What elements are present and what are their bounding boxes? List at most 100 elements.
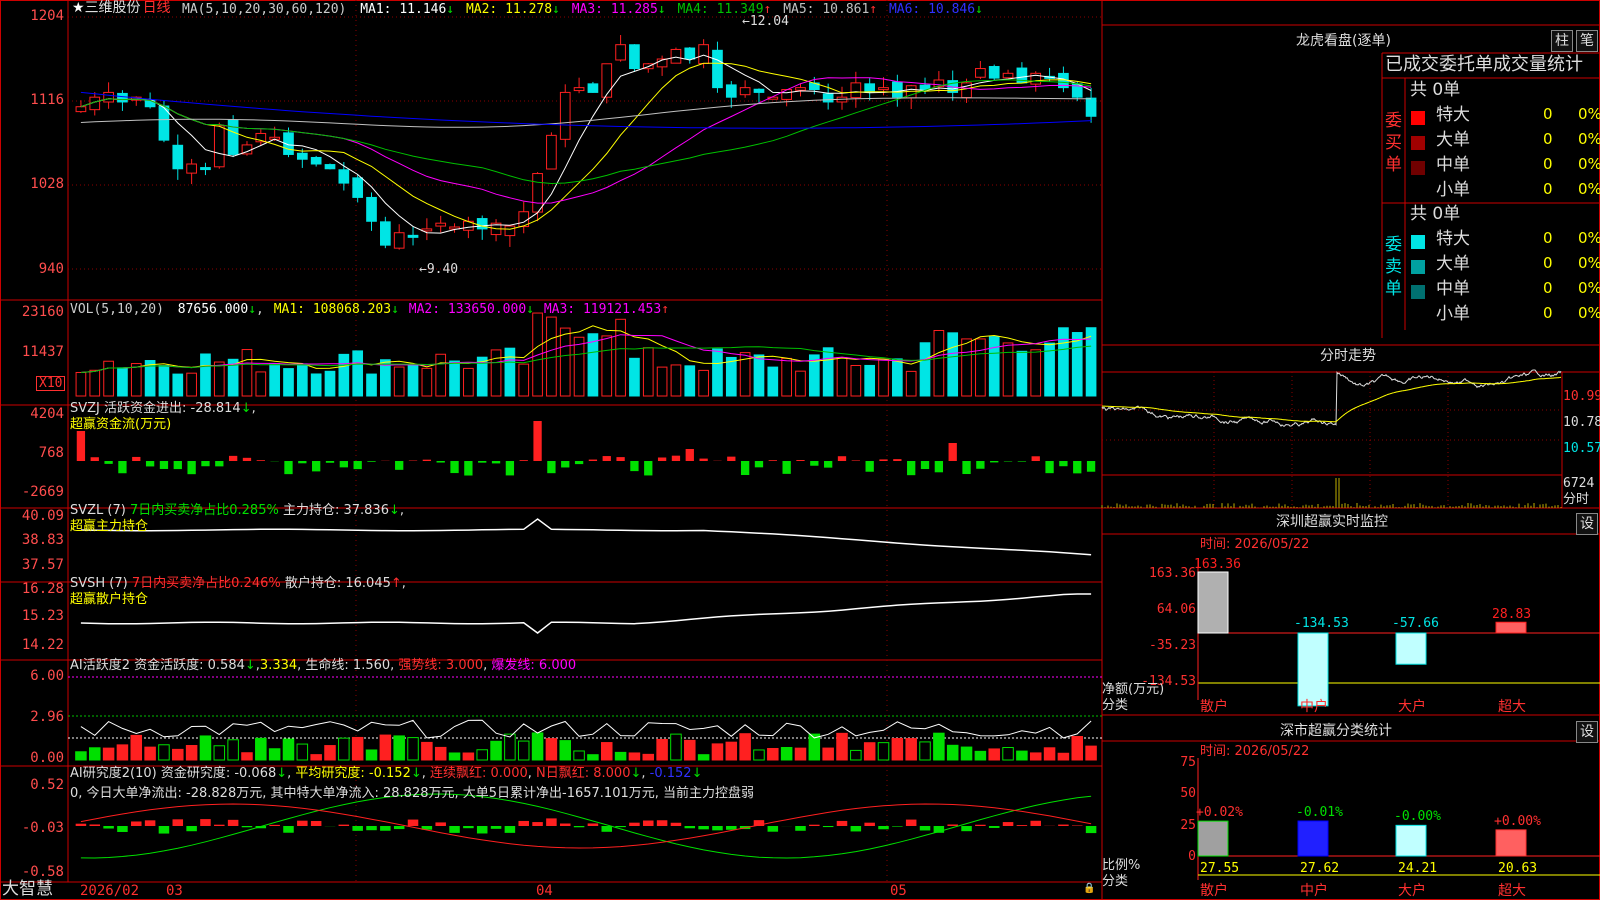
- brand-label: 大智慧: [2, 879, 53, 899]
- volume-bar: [393, 366, 405, 397]
- sz2-bar: [1197, 820, 1229, 857]
- ma-legend: MA(5,10,20,30,60,120) MA1: 11.146↓ MA2: …: [182, 3, 983, 16]
- row-color-swatch: [1411, 285, 1425, 299]
- flow-bar: [505, 461, 515, 476]
- research-bar: [850, 826, 862, 832]
- activity-bar: [753, 749, 765, 761]
- volume-bar: [352, 350, 364, 397]
- candle-body: [1085, 97, 1097, 117]
- flow-bar: [242, 457, 252, 461]
- activity-bar: [268, 748, 281, 761]
- flow-bar: [879, 459, 888, 461]
- activity-bar: [504, 733, 516, 761]
- volume-bar: [864, 364, 876, 397]
- flow-bar: [284, 461, 293, 475]
- sz1-settings-button[interactable]: 设: [1576, 513, 1598, 535]
- volume-bar: [366, 373, 377, 397]
- activity-bar: [531, 732, 544, 761]
- fenshi-vol-value: 6724: [1563, 476, 1595, 491]
- flow-bar: [298, 461, 307, 464]
- row-vol: 0: [1543, 180, 1553, 198]
- ai1-axis-2: 0.00: [30, 750, 64, 766]
- sz2-axis-2: 25: [1180, 818, 1196, 833]
- flow-bar: [837, 456, 847, 461]
- sz2-ylabel: 比例%: [1102, 858, 1141, 873]
- flow-bar: [491, 461, 501, 464]
- volume-bar: [1016, 350, 1028, 397]
- research-bar: [656, 820, 668, 826]
- research-bar: [712, 826, 723, 831]
- fenshi-axis-2: 10.57: [1563, 441, 1600, 456]
- activity-bar: [587, 754, 599, 761]
- flow-bar: [893, 459, 902, 461]
- flow-bar: [1059, 461, 1068, 467]
- flow-bar: [630, 461, 639, 472]
- fenshi-title: 分时走势: [1320, 348, 1376, 364]
- sz1-category: 散户: [1200, 699, 1228, 715]
- volume-bar: [822, 347, 834, 397]
- sz2-settings-button[interactable]: 设: [1576, 721, 1598, 743]
- volume-bar: [656, 366, 668, 397]
- activity-bar: [116, 744, 129, 761]
- activity-bar: [946, 744, 959, 761]
- volume-bar: [421, 367, 433, 397]
- flow-bar: [657, 457, 667, 461]
- candle-body: [380, 221, 391, 246]
- flow-bar: [574, 461, 584, 465]
- activity-bar: [282, 738, 295, 761]
- flow-bar: [450, 461, 459, 474]
- volume-bar: [919, 342, 931, 397]
- volume-bar: [892, 358, 903, 397]
- flow-bar: [533, 421, 542, 461]
- volume-bar: [670, 364, 682, 397]
- flow-bar: [948, 443, 957, 461]
- research-bar: [559, 823, 571, 826]
- sz2-value-label: 27.55: [1200, 861, 1240, 876]
- candle-body: [1002, 72, 1014, 79]
- volume-bar: [518, 363, 530, 397]
- candle-body: [822, 93, 834, 103]
- volume-bar: [1030, 349, 1042, 397]
- svzl-subtitle: 超赢主力持仓: [70, 519, 149, 534]
- lock-icon[interactable]: 🔒: [1083, 884, 1095, 894]
- volume-bar: [850, 364, 862, 397]
- activity-bar: [780, 746, 793, 761]
- activity-bar: [822, 747, 834, 761]
- buy-side-label: 委买单: [1385, 111, 1402, 175]
- sz2-bar: [1395, 824, 1427, 857]
- activity-bar: [573, 750, 585, 761]
- ma6-value: MA6: 10.846↓: [888, 2, 983, 17]
- research-bar: [988, 826, 1000, 828]
- candle-body: [213, 125, 225, 168]
- sz1-bar: [1395, 632, 1427, 665]
- research-bar: [338, 824, 350, 826]
- flow-bar: [962, 461, 971, 475]
- flow-bar: [796, 460, 805, 461]
- research-bar: [629, 822, 640, 826]
- sz2-xlabel: 分类: [1102, 874, 1129, 889]
- activity-bar: [960, 746, 973, 761]
- research-bar: [1030, 820, 1041, 826]
- sz1-bar: [1297, 632, 1329, 707]
- research-bar: [573, 826, 585, 828]
- activity-bar: [185, 745, 198, 761]
- flow-bar: [934, 461, 944, 473]
- activity-bar: [296, 743, 309, 761]
- tab-tick-button[interactable]: 笔: [1576, 30, 1598, 52]
- candle-body: [795, 87, 806, 91]
- research-bar: [795, 826, 806, 831]
- sz1-axis-0: 163.36: [1149, 566, 1196, 581]
- period-label[interactable]: 日线: [143, 0, 171, 16]
- sz1-bar: [1495, 621, 1527, 634]
- sz1-category: 大户: [1398, 699, 1426, 715]
- chart-canvas[interactable]: [0, 0, 1600, 900]
- flow-bar: [671, 455, 681, 461]
- tab-bar-button[interactable]: 柱: [1551, 30, 1573, 52]
- sz1-bar-label: 163.36: [1194, 557, 1241, 572]
- flow-bar: [616, 457, 625, 461]
- activity-bar: [517, 740, 530, 761]
- research-bar: [546, 818, 557, 826]
- candle-body: [587, 83, 599, 93]
- activity-bar: [1002, 747, 1014, 761]
- activity-bar: [1016, 750, 1028, 761]
